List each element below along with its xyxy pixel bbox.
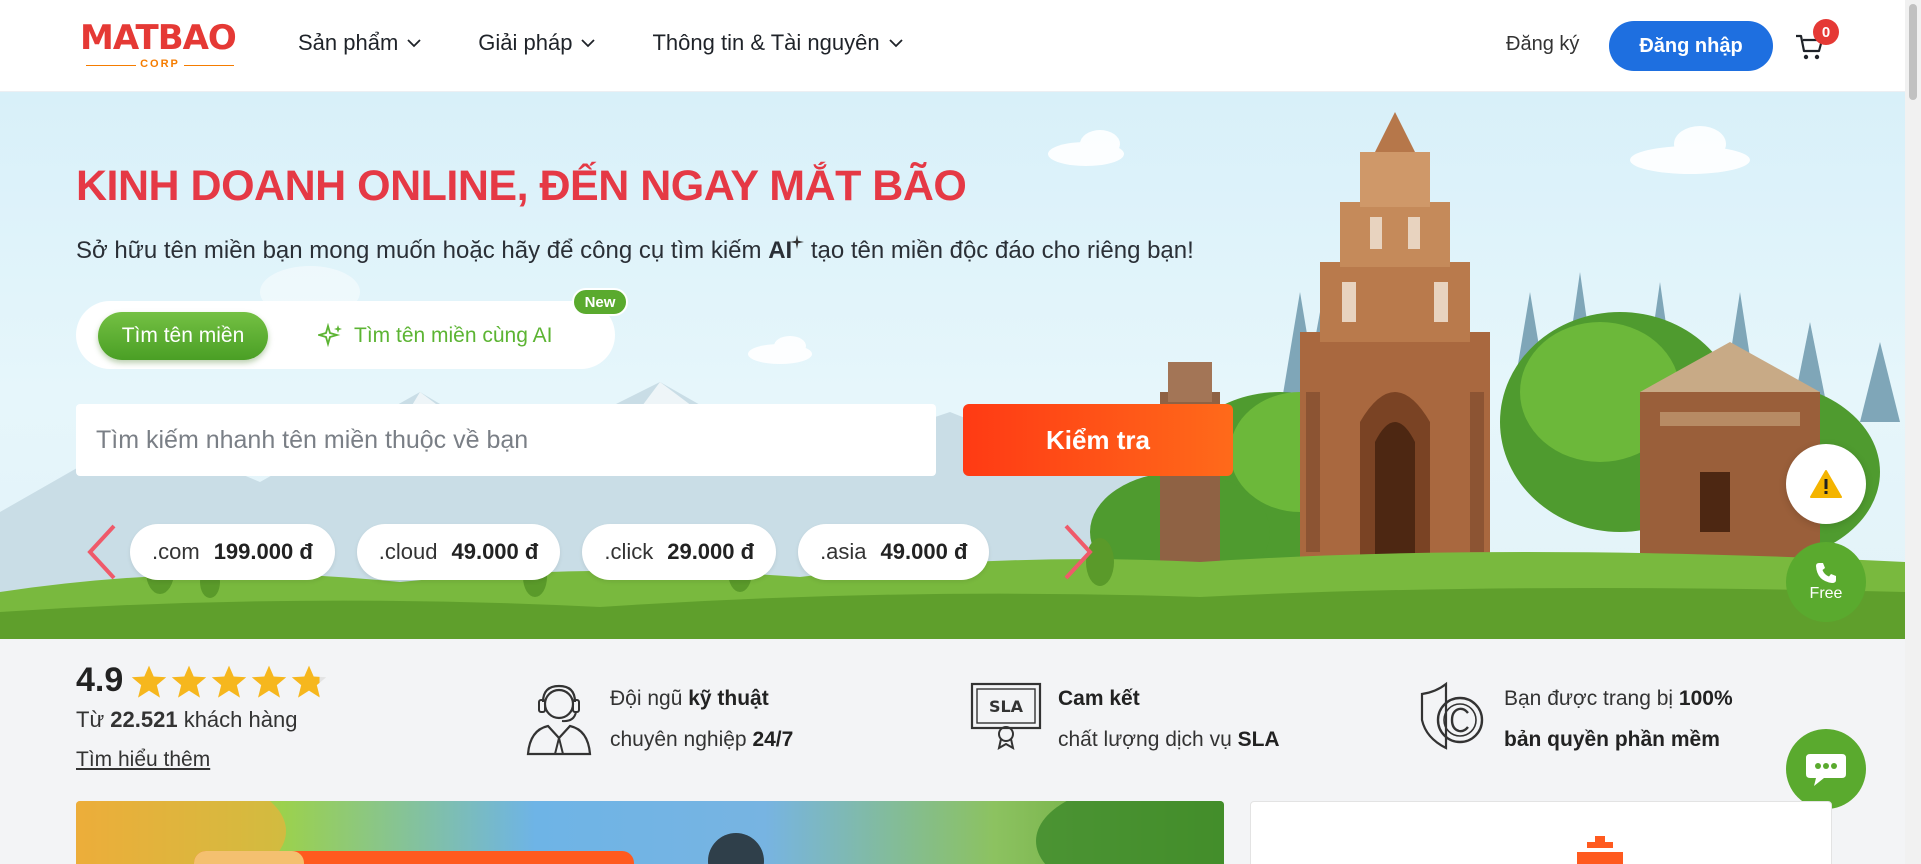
check-domain-button[interactable]: Kiểm tra bbox=[963, 404, 1233, 476]
feature-license-text: Bạn được trang bị 100% bản quyền phần mề… bbox=[1504, 678, 1733, 760]
chat-button[interactable] bbox=[1786, 729, 1866, 809]
promo-banner-card[interactable] bbox=[76, 801, 1224, 864]
free-label: Free bbox=[1809, 585, 1843, 602]
free-call-button[interactable]: Free bbox=[1786, 542, 1866, 622]
star-icon bbox=[251, 665, 287, 698]
customer-count: Từ 22.521 khách hàng bbox=[76, 707, 297, 733]
hero-subtitle-ai: AI bbox=[768, 237, 793, 264]
sla-certificate-icon: SLA bbox=[970, 682, 1042, 750]
tab-ai-domain-search[interactable]: Tìm tên miền cùng AI bbox=[318, 323, 552, 349]
feature-sla-text: Cam kết chất lượng dịch vụ SLA bbox=[1058, 678, 1280, 760]
svg-text:SLA: SLA bbox=[989, 697, 1024, 716]
nav-solutions-label: Giải pháp bbox=[478, 30, 573, 55]
new-badge: New bbox=[572, 288, 628, 316]
next-arrow-icon[interactable] bbox=[1060, 522, 1096, 582]
tld-price: 29.000 đ bbox=[667, 539, 755, 564]
nav-resources-label: Thông tin & Tài nguyên bbox=[652, 30, 880, 55]
feature-support-text: Đội ngũ kỹ thuật chuyên nghiệp 24/7 bbox=[610, 678, 793, 760]
tab-ai-label: Tìm tên miền cùng AI bbox=[354, 324, 553, 347]
star-icon bbox=[131, 665, 167, 698]
domain-price-pill[interactable]: .asia 49.000 đ bbox=[798, 524, 990, 580]
feature-text: chất lượng dịch vụ bbox=[1058, 728, 1238, 751]
promo-side-art bbox=[1577, 836, 1623, 864]
feature-text: Bạn được trang bị bbox=[1504, 687, 1679, 710]
learn-more-link[interactable]: Tìm hiểu thêm bbox=[76, 748, 210, 772]
chevron-down-icon bbox=[888, 39, 903, 48]
domain-price-pill[interactable]: .com 199.000 đ bbox=[130, 524, 335, 580]
customers-prefix: Từ bbox=[76, 707, 111, 732]
warning-button[interactable] bbox=[1786, 444, 1866, 524]
tld-label: .asia bbox=[820, 539, 867, 564]
tld-label: .cloud bbox=[378, 539, 438, 564]
nav-resources[interactable]: Thông tin & Tài nguyên bbox=[652, 30, 903, 56]
ai-sparkle-icon bbox=[318, 323, 342, 348]
domain-price-pill[interactable]: .click 29.000 đ bbox=[582, 524, 777, 580]
promo-side-card[interactable] bbox=[1250, 801, 1832, 864]
nav-solutions[interactable]: Giải pháp bbox=[478, 30, 596, 56]
rating-value: 4.9 bbox=[76, 661, 124, 699]
warning-icon bbox=[1810, 470, 1842, 498]
login-button[interactable]: Đăng nhập bbox=[1609, 21, 1773, 71]
scrollbar-thumb[interactable] bbox=[1909, 4, 1917, 100]
hero-subtitle-end: tạo tên miền độc đáo cho riêng bạn! bbox=[804, 237, 1194, 264]
feature-text-bold: kỹ thuật bbox=[688, 687, 769, 710]
star-icon bbox=[171, 665, 207, 698]
feature-text-bold: 100% bbox=[1678, 687, 1733, 710]
feature-license: Bạn được trang bị 100% bản quyền phần mề… bbox=[1416, 680, 1733, 760]
rating-stars bbox=[130, 664, 328, 700]
feature-text: Đội ngũ bbox=[610, 687, 689, 710]
page-scrollbar[interactable] bbox=[1905, 0, 1921, 864]
nav-products-label: Sản phẩm bbox=[298, 30, 399, 55]
tld-price: 49.000 đ bbox=[880, 539, 968, 564]
support-agent-icon bbox=[526, 684, 592, 756]
signup-link[interactable]: Đăng ký bbox=[1506, 33, 1579, 56]
domain-search-input[interactable] bbox=[76, 404, 936, 476]
feature-text-bold: Cam kết bbox=[1058, 687, 1140, 710]
feature-text-bold: bản quyền phần mềm bbox=[1504, 728, 1720, 751]
tld-price: 199.000 đ bbox=[213, 539, 313, 564]
customers-suffix: khách hàng bbox=[177, 707, 298, 732]
logo-subtext: CORP bbox=[80, 58, 240, 70]
cart-count-badge: 0 bbox=[1813, 19, 1839, 45]
tld-label: .com bbox=[152, 539, 200, 564]
half-star-icon bbox=[291, 665, 327, 698]
main-nav: Sản phẩm Giải pháp Thông tin & Tài nguyê… bbox=[298, 30, 904, 56]
sparkle-icon bbox=[790, 235, 805, 249]
chat-bubble-icon bbox=[1806, 754, 1846, 786]
site-header: MATBAO CORP Sản phẩm Giải pháp Thông tin… bbox=[0, 0, 1905, 92]
hero-title: KINH DOANH ONLINE, ĐẾN NGAY MẮT BÃO bbox=[76, 162, 967, 210]
feature-sla: SLA Cam kết chất lượng dịch vụ SLA bbox=[970, 680, 1280, 760]
hero-banner: KINH DOANH ONLINE, ĐẾN NGAY MẮT BÃO Sở h… bbox=[0, 92, 1905, 639]
chevron-down-icon bbox=[407, 39, 421, 48]
feature-text: chuyên nghiệp bbox=[610, 728, 753, 751]
tld-label: .click bbox=[604, 539, 654, 564]
feature-support: Đội ngũ kỹ thuật chuyên nghiệp 24/7 bbox=[524, 680, 793, 760]
chevron-down-icon bbox=[581, 39, 596, 48]
prev-arrow-icon[interactable] bbox=[84, 522, 120, 582]
feature-text-bold: 24/7 bbox=[752, 728, 794, 751]
star-icon bbox=[211, 665, 247, 698]
hero-subtitle: Sở hữu tên miền bạn mong muốn hoặc hãy đ… bbox=[76, 235, 1194, 265]
customers-number: 22.521 bbox=[110, 707, 178, 732]
nav-products[interactable]: Sản phẩm bbox=[298, 30, 422, 56]
hero-subtitle-start: Sở hữu tên miền bạn mong muốn hoặc hãy đ… bbox=[76, 237, 769, 264]
copyright-shield-icon bbox=[1420, 681, 1484, 750]
search-mode-tabs: Tìm tên miền Tìm tên miền cùng AI bbox=[76, 301, 615, 369]
tld-price: 49.000 đ bbox=[451, 539, 539, 564]
domain-price-pill[interactable]: .cloud 49.000 đ bbox=[356, 524, 561, 580]
phone-icon bbox=[1816, 563, 1836, 583]
feature-text-bold: SLA bbox=[1237, 728, 1280, 751]
promo-banner-art bbox=[76, 801, 1224, 864]
tab-domain-search[interactable]: Tìm tên miền bbox=[98, 312, 268, 360]
logo-wordmark: MATBAO bbox=[80, 18, 237, 58]
matbao-logo[interactable]: MATBAO CORP bbox=[80, 18, 242, 72]
domain-price-list: .com 199.000 đ .cloud 49.000 đ .click 29.00… bbox=[130, 524, 990, 580]
